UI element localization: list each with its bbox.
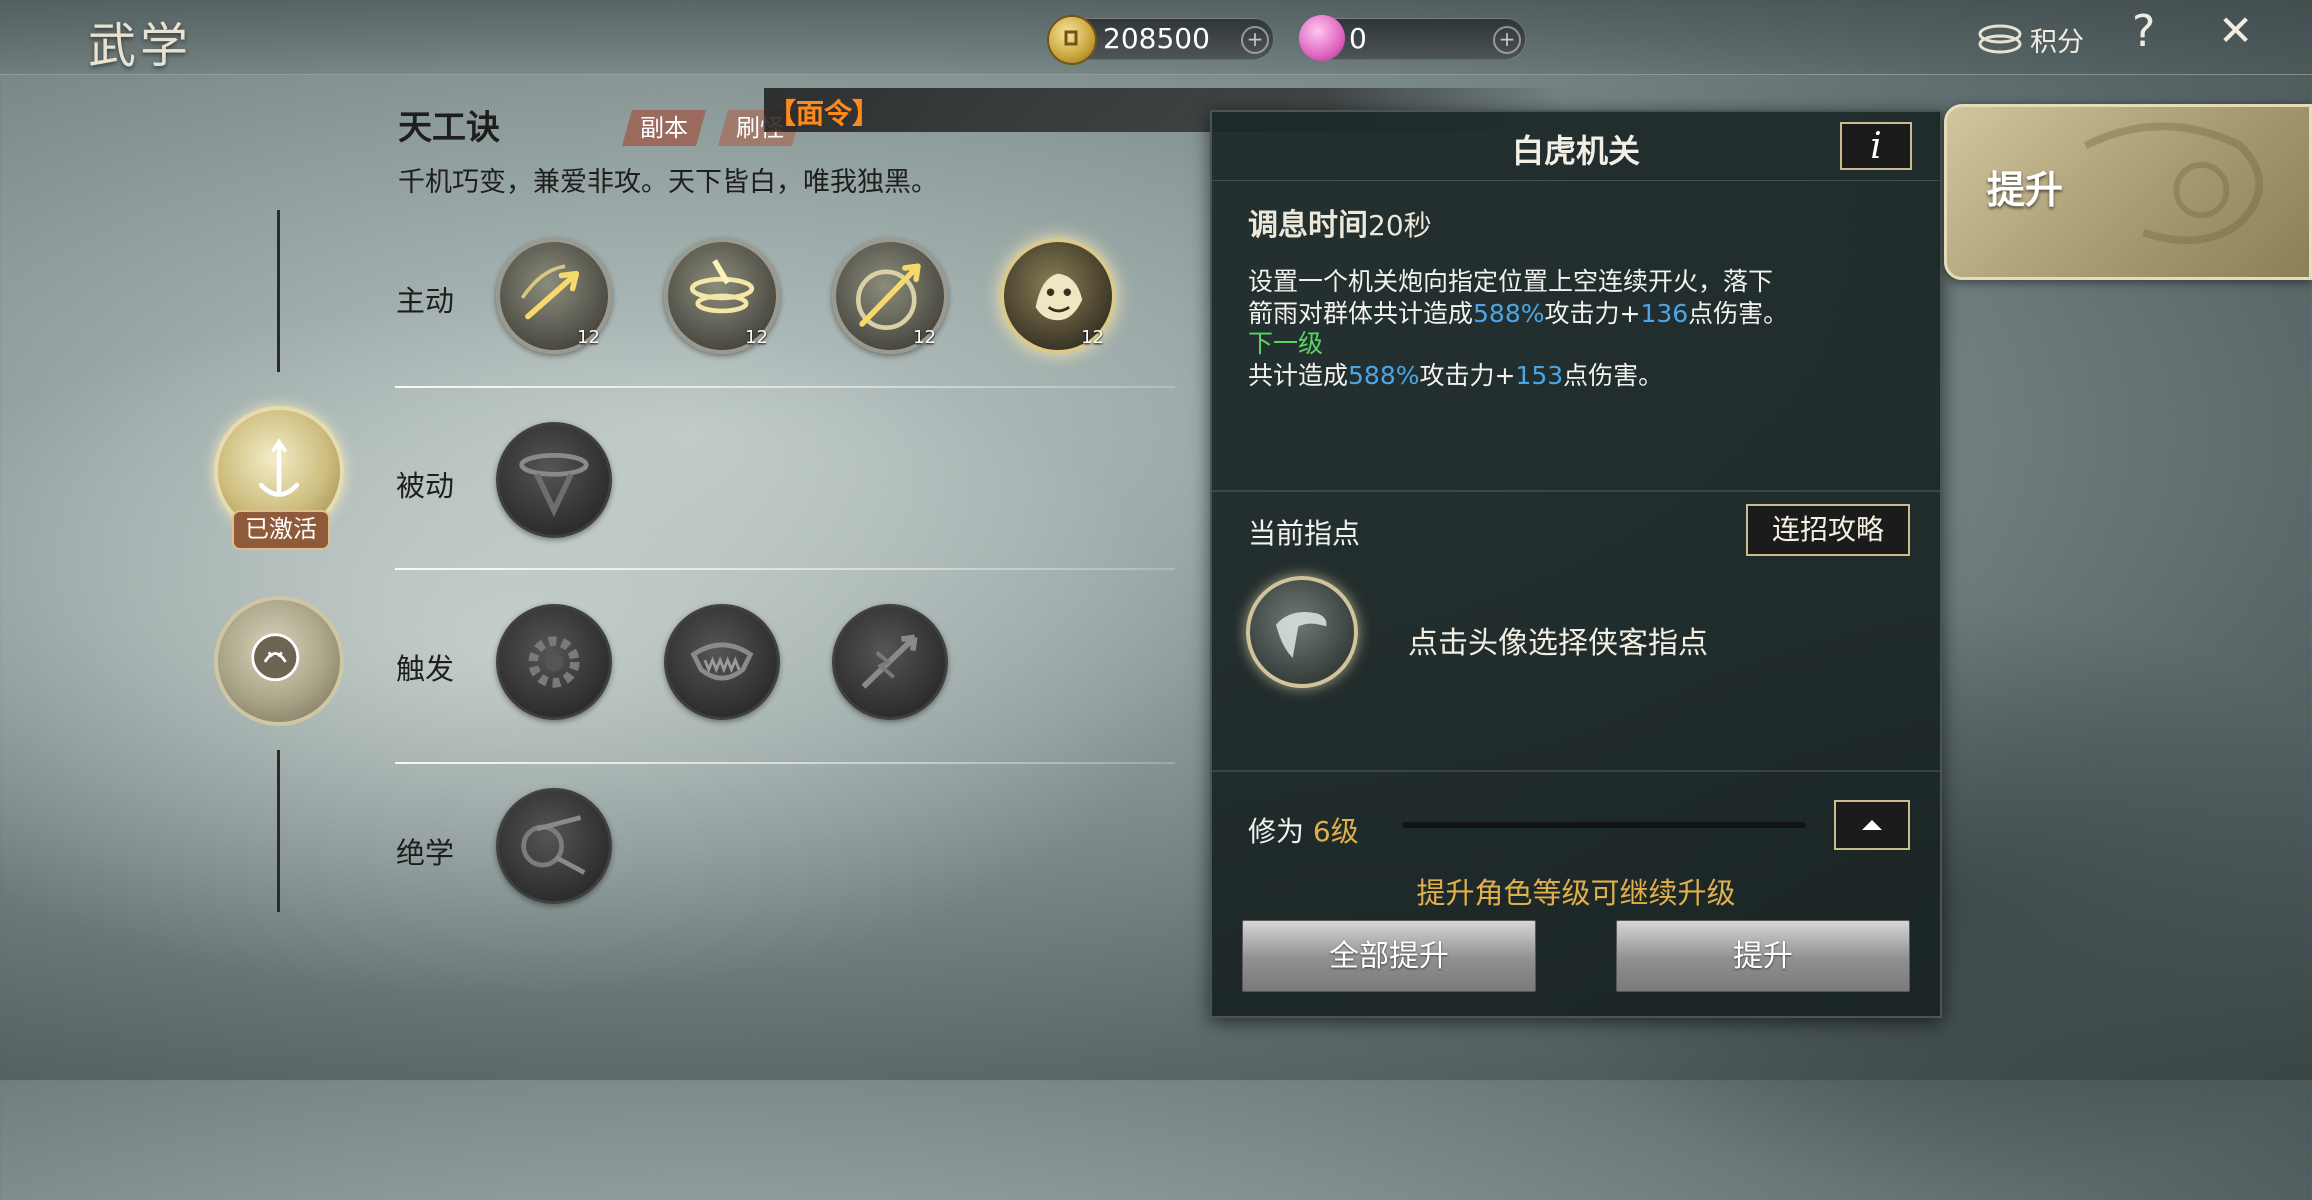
lightning-arrow-icon <box>861 634 918 689</box>
next-damage-percent: 588% <box>1348 361 1420 390</box>
beast-jaw-icon <box>690 642 754 681</box>
row-label-ultimate: 绝学 <box>396 836 455 870</box>
ultimate-skill[interactable] <box>496 788 612 904</box>
gear-icon <box>528 636 580 688</box>
top-bar: 武学 208500 + 0 + 积分 ? ✕ <box>0 0 2312 75</box>
cooldown-label: 调息时间 <box>1248 208 1368 243</box>
silhouette-icon <box>1276 612 1327 658</box>
row-label-active: 主动 <box>396 284 455 318</box>
desc-line-1: 设置一个机关炮向指定位置上空连续开火，落下 <box>1248 267 1774 296</box>
coin-icon <box>1047 15 1097 65</box>
desc-text: 攻击力+ <box>1419 361 1516 390</box>
cultivation-value: 6级 <box>1312 815 1359 848</box>
tree-connector <box>277 750 280 912</box>
cultivation-label: 修为 <box>1248 815 1305 848</box>
coin-value: 208500 <box>1103 22 1210 55</box>
panel-divider <box>1212 770 1940 772</box>
info-button[interactable]: i <box>1840 122 1912 170</box>
desc-text: 点伤害。 <box>1688 299 1789 328</box>
points-icon <box>1978 24 2022 54</box>
skill-name: 白虎机关 <box>1511 132 1640 170</box>
warrior-icon <box>521 815 586 875</box>
upgrade-all-button[interactable]: 全部提升 <box>1242 920 1536 992</box>
close-icon: ✕ <box>2218 6 2254 55</box>
next-level-label: 下一级 <box>1248 329 1324 358</box>
trigger-skill-1[interactable] <box>496 604 612 720</box>
row-divider <box>395 762 1175 764</box>
tag-dungeon: 副本 <box>622 110 706 146</box>
tiger-emblem-icon <box>251 633 300 682</box>
desc-text: 点伤害。 <box>1563 361 1664 390</box>
order-banner-text: 【面令】 <box>768 97 881 130</box>
upgrade-button[interactable]: 提升 <box>1616 920 1910 992</box>
side-tab-upgrade[interactable]: 提升 <box>1944 104 2312 280</box>
desc-text: 攻击力+ <box>1544 299 1641 328</box>
desc-text: 共计造成 <box>1248 361 1349 390</box>
skill-detail-panel: 白虎机关 i 调息时间20秒 设置一个机关炮向指定位置上空连续开火，落下 箭雨对… <box>1210 110 1942 1018</box>
skill-level: 12 <box>913 327 936 348</box>
next-damage-flat: 153 <box>1515 361 1564 390</box>
row-label-passive: 被动 <box>396 469 455 503</box>
damage-flat: 136 <box>1640 299 1689 328</box>
cooldown: 调息时间20秒 <box>1248 200 1432 244</box>
side-tab-label: 提升 <box>1987 168 2064 212</box>
row-divider <box>395 386 1175 388</box>
active-skill-1[interactable]: 12 <box>496 238 612 354</box>
guidance-hint: 点击头像选择侠客指点 <box>1408 626 1708 661</box>
arrow-up-icon <box>1862 820 1882 830</box>
skill-tree-motto: 千机巧变，兼爱非攻。天下皆白，唯我独黑。 <box>398 167 938 198</box>
gem-icon <box>1299 15 1345 61</box>
skill-level: 12 <box>745 327 768 348</box>
trigger-node[interactable] <box>214 596 344 726</box>
panel-header: 白虎机关 i <box>1212 112 1940 181</box>
skill-level: 12 <box>577 327 600 348</box>
add-gems-button[interactable]: + <box>1493 26 1521 54</box>
page-title: 武学 <box>88 18 193 74</box>
damage-percent: 588% <box>1473 299 1545 328</box>
active-skill-4-selected[interactable]: 12 <box>1000 238 1116 354</box>
add-coins-button[interactable]: + <box>1241 26 1269 54</box>
guidance-label: 当前指点 <box>1248 517 1361 550</box>
trigger-skill-3[interactable] <box>832 604 948 720</box>
active-skill-2[interactable]: 12 <box>664 238 780 354</box>
skill-level: 12 <box>1081 327 1104 348</box>
cultivation-progress-bar <box>1402 822 1806 828</box>
cultivation: 修为 6级 <box>1248 810 1359 850</box>
gem-counter: 0 + <box>1299 15 1526 61</box>
next-level-desc: 共计造成588%攻击力+153点伤害。 <box>1248 356 1663 392</box>
panel-divider <box>1212 490 1940 492</box>
help-icon: ? <box>2132 6 2156 57</box>
cooldown-value: 20秒 <box>1368 209 1432 242</box>
combo-guide-button[interactable]: 连招攻略 <box>1746 504 1910 556</box>
cultivation-up-button[interactable] <box>1834 800 1910 850</box>
close-button[interactable]: ✕ <box>2218 6 2253 55</box>
row-label-trigger: 触发 <box>396 652 455 686</box>
mentor-avatar-button[interactable] <box>1246 576 1358 688</box>
help-button[interactable]: ? <box>2132 6 2155 57</box>
activated-badge: 已激活 <box>232 510 330 550</box>
passive-skill[interactable] <box>496 422 612 538</box>
tree-connector <box>277 210 280 372</box>
row-divider <box>395 568 1175 570</box>
coin-counter: 208500 + <box>1047 15 1274 65</box>
skill-tree-name: 天工诀 <box>398 108 500 148</box>
trigger-skill-2[interactable] <box>664 604 780 720</box>
desc-line-2: 箭雨对群体共计造成588%攻击力+136点伤害。 <box>1248 294 1788 330</box>
points-label: 积分 <box>2030 27 2084 58</box>
upgrade-hint: 提升角色等级可继续升级 <box>1416 876 1736 910</box>
active-skill-3[interactable]: 12 <box>832 238 948 354</box>
gem-value: 0 <box>1349 22 1367 55</box>
shield-ring-icon <box>519 452 589 517</box>
